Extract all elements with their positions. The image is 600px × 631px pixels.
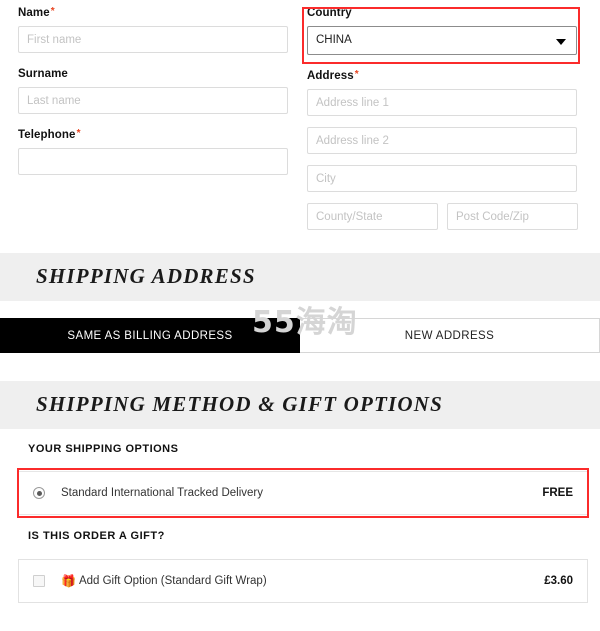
telephone-label: Telephone* bbox=[18, 128, 288, 142]
required-asterisk: * bbox=[50, 6, 55, 17]
tab-new-address[interactable]: NEW ADDRESS bbox=[300, 318, 600, 353]
surname-label-text: Surname bbox=[18, 68, 68, 80]
gift-option-checkbox[interactable] bbox=[33, 575, 45, 587]
first-name-input[interactable] bbox=[18, 26, 288, 53]
gift-icon: 🎁 bbox=[61, 574, 76, 588]
gift-option-price: £3.60 bbox=[544, 575, 573, 587]
shipping-option-row[interactable]: Standard International Tracked Delivery … bbox=[18, 471, 588, 515]
billing-left-column: Name* Surname Telephone* bbox=[18, 6, 288, 175]
shipping-option-label: Standard International Tracked Delivery bbox=[61, 487, 263, 499]
city-input[interactable] bbox=[307, 165, 577, 192]
shipping-address-tabs: SAME AS BILLING ADDRESS NEW ADDRESS bbox=[0, 318, 600, 353]
shipping-method-heading: SHIPPING METHOD & GIFT OPTIONS bbox=[36, 392, 444, 416]
county-postcode-row bbox=[307, 203, 578, 230]
gift-option-label: Add Gift Option (Standard Gift Wrap) bbox=[78, 575, 267, 587]
last-name-input[interactable] bbox=[18, 87, 288, 114]
name-label-text: Name bbox=[18, 7, 50, 19]
billing-right-column: Country CHINA Address* bbox=[307, 6, 578, 230]
shipping-method-section-header: SHIPPING METHOD & GIFT OPTIONS bbox=[0, 381, 600, 429]
shipping-option-price: FREE bbox=[542, 487, 573, 499]
county-state-input[interactable] bbox=[307, 203, 438, 230]
country-select[interactable]: CHINA bbox=[307, 26, 577, 55]
telephone-label-text: Telephone bbox=[18, 129, 76, 141]
name-label: Name* bbox=[18, 6, 288, 20]
required-asterisk: * bbox=[76, 128, 81, 139]
is-this-order-a-gift-label: IS THIS ORDER A GIFT? bbox=[28, 530, 165, 542]
shipping-option-radio[interactable] bbox=[33, 487, 45, 499]
tab-same-as-billing-address[interactable]: SAME AS BILLING ADDRESS bbox=[0, 318, 300, 353]
country-select-wrapper[interactable]: CHINA bbox=[307, 26, 577, 55]
address-line-1-input[interactable] bbox=[307, 89, 577, 116]
shipping-address-heading: SHIPPING ADDRESS bbox=[36, 264, 256, 288]
required-asterisk: * bbox=[354, 69, 359, 80]
postcode-zip-input[interactable] bbox=[447, 203, 578, 230]
address-label-text: Address bbox=[307, 70, 354, 82]
country-label-text: Country bbox=[307, 7, 352, 19]
address-line-2-input[interactable] bbox=[307, 127, 577, 154]
address-label: Address* bbox=[307, 69, 577, 83]
country-label: Country bbox=[307, 6, 577, 20]
gift-option-row[interactable]: 🎁 Add Gift Option (Standard Gift Wrap) £… bbox=[18, 559, 588, 603]
surname-label: Surname bbox=[18, 67, 288, 81]
shipping-address-section-header: SHIPPING ADDRESS bbox=[0, 253, 600, 301]
telephone-input[interactable] bbox=[18, 148, 288, 175]
your-shipping-options-label: YOUR SHIPPING OPTIONS bbox=[28, 443, 179, 455]
